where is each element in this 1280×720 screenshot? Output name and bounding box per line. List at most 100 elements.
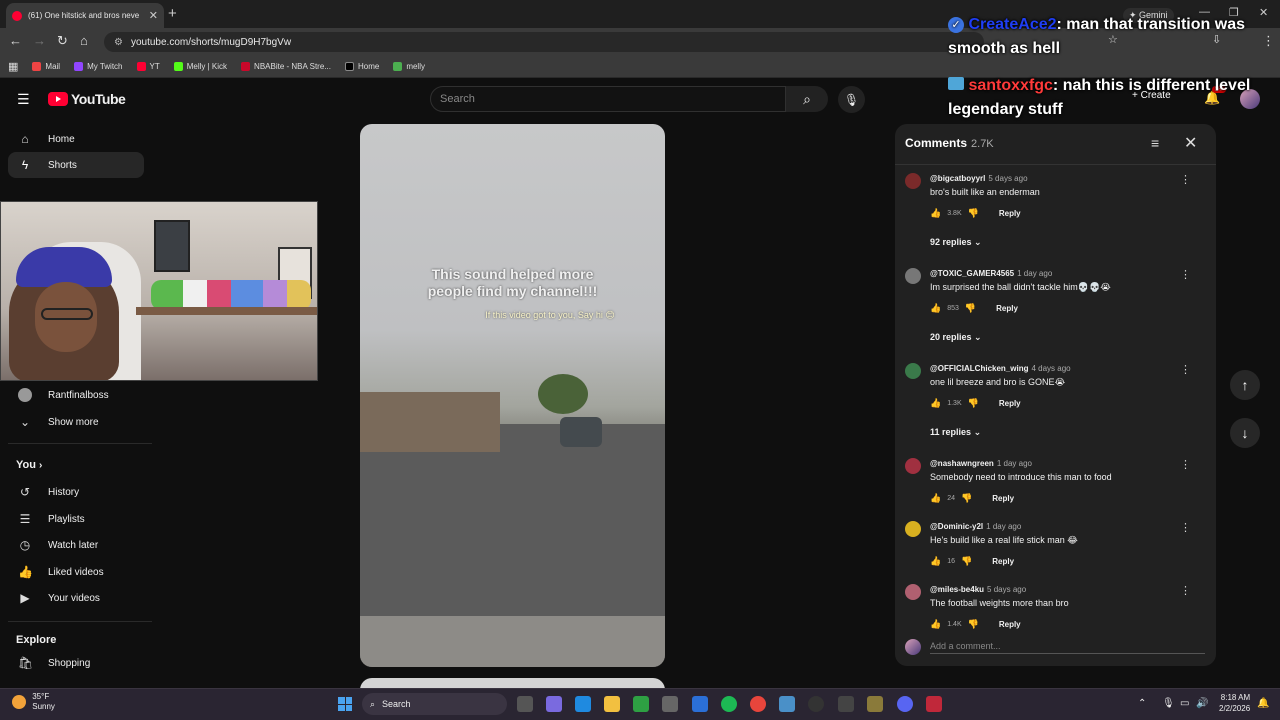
like-icon[interactable]: 👍 bbox=[930, 303, 941, 314]
obs-icon[interactable] bbox=[838, 696, 854, 712]
sidebar-item-history[interactable]: ↺ History bbox=[8, 479, 144, 505]
network-icon[interactable]: ▭ bbox=[1180, 698, 1189, 709]
weather-widget[interactable]: 35°F Sunny bbox=[12, 692, 55, 712]
edge-icon[interactable] bbox=[575, 696, 591, 712]
microphone-icon[interactable]: 🎙 bbox=[1162, 698, 1175, 709]
previous-short-button[interactable]: ↑ bbox=[1230, 370, 1260, 400]
site-info-icon[interactable]: ⚙ bbox=[114, 37, 123, 48]
subscription-rantfinalboss[interactable]: Rantfinalboss bbox=[8, 382, 144, 408]
copilot-icon[interactable] bbox=[546, 696, 562, 712]
xbox-icon[interactable] bbox=[633, 696, 649, 712]
sidebar-item-shorts[interactable]: ϟ Shorts bbox=[8, 152, 144, 178]
like-icon[interactable]: 👍 bbox=[930, 493, 941, 504]
bookmark-twitch[interactable]: My Twitch bbox=[74, 62, 123, 71]
more-options-icon[interactable]: ⋮ bbox=[1180, 584, 1191, 597]
bookmark-nbabite[interactable]: NBABite - NBA Stre... bbox=[241, 62, 331, 71]
notification-bell-icon[interactable]: 🔔 bbox=[1257, 698, 1269, 709]
discord-icon[interactable] bbox=[897, 696, 913, 712]
back-icon[interactable]: ← bbox=[9, 33, 22, 48]
store-icon[interactable] bbox=[692, 696, 708, 712]
add-comment-input[interactable]: Add a comment... bbox=[930, 641, 1205, 654]
new-tab-icon[interactable]: + bbox=[168, 5, 177, 22]
dislike-icon[interactable]: 👎 bbox=[961, 493, 972, 504]
app-icon[interactable] bbox=[867, 696, 883, 712]
view-replies-button[interactable]: 20 replies ⌄ bbox=[930, 332, 982, 343]
shorts-video-player[interactable]: This sound helped more people find my ch… bbox=[360, 124, 665, 667]
youtube-logo[interactable]: YouTube bbox=[48, 91, 126, 107]
sidebar-item-playlists[interactable]: ☰ Playlists bbox=[8, 506, 144, 532]
you-heading[interactable]: You › bbox=[16, 459, 42, 471]
more-options-icon[interactable]: ⋮ bbox=[1180, 363, 1191, 376]
like-icon[interactable]: 👍 bbox=[930, 556, 941, 567]
menu-icon[interactable]: ☰ bbox=[17, 91, 30, 108]
like-icon[interactable]: 👍 bbox=[930, 619, 941, 630]
comment-author[interactable]: @miles-be4ku 5 days ago bbox=[930, 585, 1026, 594]
more-options-icon[interactable]: ⋮ bbox=[1180, 458, 1191, 471]
dislike-icon[interactable]: 👎 bbox=[968, 398, 979, 409]
dislike-icon[interactable]: 👎 bbox=[968, 619, 979, 630]
sidebar-item-liked-videos[interactable]: 👍 Liked videos bbox=[8, 559, 144, 585]
reply-button[interactable]: Reply bbox=[992, 494, 1014, 503]
more-options-icon[interactable]: ⋮ bbox=[1180, 521, 1191, 534]
more-options-icon[interactable]: ⋮ bbox=[1180, 268, 1191, 281]
search-input[interactable]: Search bbox=[430, 86, 786, 112]
avatar[interactable] bbox=[905, 521, 921, 537]
sidebar-item-your-videos[interactable]: ▶ Your videos bbox=[8, 585, 144, 611]
avatar[interactable] bbox=[905, 584, 921, 600]
app-icon[interactable] bbox=[926, 696, 942, 712]
address-bar[interactable]: ⚙ youtube.com/shorts/mugD9H7bgVw bbox=[104, 32, 984, 52]
like-icon[interactable]: 👍 bbox=[930, 398, 941, 409]
settings-icon[interactable] bbox=[662, 696, 678, 712]
bookmark-mail[interactable]: Mail bbox=[32, 62, 60, 71]
dislike-icon[interactable]: 👎 bbox=[968, 208, 979, 219]
reply-button[interactable]: Reply bbox=[996, 304, 1018, 313]
tab-close-icon[interactable]: ✕ bbox=[149, 9, 158, 22]
search-icon[interactable]: ⌕ bbox=[786, 86, 828, 112]
avatar[interactable] bbox=[905, 173, 921, 189]
avatar[interactable] bbox=[905, 363, 921, 379]
spotify-icon[interactable] bbox=[721, 696, 737, 712]
dislike-icon[interactable]: 👎 bbox=[965, 303, 976, 314]
file-explorer-icon[interactable] bbox=[604, 696, 620, 712]
chevron-up-icon[interactable]: ⌃ bbox=[1138, 698, 1146, 709]
comment-author[interactable]: @bigcatboyyrl 5 days ago bbox=[930, 174, 1028, 183]
view-replies-button[interactable]: 92 replies ⌄ bbox=[930, 237, 982, 248]
sort-icon[interactable]: ≡ bbox=[1151, 135, 1159, 151]
comment-author[interactable]: @Dominic-y2l 1 day ago bbox=[930, 522, 1021, 531]
comment-author[interactable]: @OFFICIALChicken_wing 4 days ago bbox=[930, 364, 1071, 373]
clock[interactable]: 8:18 AM 2/2/2026 bbox=[1219, 692, 1250, 714]
chrome-icon[interactable] bbox=[750, 696, 766, 712]
reply-button[interactable]: Reply bbox=[999, 399, 1021, 408]
reload-icon[interactable]: ↻ bbox=[57, 33, 68, 49]
comment-author[interactable]: @nashawngreen 1 day ago bbox=[930, 459, 1032, 468]
avatar[interactable] bbox=[905, 458, 921, 474]
photos-icon[interactable] bbox=[779, 696, 795, 712]
volume-icon[interactable]: 🔊 bbox=[1196, 698, 1208, 709]
close-icon[interactable]: ✕ bbox=[1184, 133, 1197, 153]
more-options-icon[interactable]: ⋮ bbox=[1180, 173, 1191, 186]
next-short-button[interactable]: ↓ bbox=[1230, 418, 1260, 448]
bookmark-kick[interactable]: Melly | Kick bbox=[173, 62, 227, 71]
browser-tab[interactable]: (61) One hitstick and bros neve ✕ bbox=[6, 3, 164, 28]
show-more-button[interactable]: ⌄ Show more bbox=[8, 409, 144, 435]
reply-button[interactable]: Reply bbox=[999, 620, 1021, 629]
microphone-icon[interactable]: 🎙 bbox=[838, 86, 865, 113]
dislike-icon[interactable]: 👎 bbox=[961, 556, 972, 567]
bookmark-yt[interactable]: YT bbox=[136, 62, 160, 71]
sidebar-item-shopping[interactable]: 🛍 Shopping bbox=[8, 650, 144, 676]
forward-icon[interactable]: → bbox=[33, 33, 46, 48]
sidebar-item-watch-later[interactable]: ◷ Watch later bbox=[8, 532, 144, 558]
taskbar-search[interactable]: ⌕ Search bbox=[362, 693, 507, 715]
bookmark-x-home[interactable]: Home bbox=[344, 62, 379, 71]
reply-button[interactable]: Reply bbox=[999, 209, 1021, 218]
home-icon[interactable]: ⌂ bbox=[80, 33, 88, 48]
view-replies-button[interactable]: 11 replies ⌄ bbox=[930, 427, 981, 438]
windows-start-icon[interactable] bbox=[338, 697, 352, 711]
sidebar-item-home[interactable]: ⌂ Home bbox=[8, 126, 144, 152]
bookmark-melly[interactable]: melly bbox=[393, 62, 425, 71]
like-icon[interactable]: 👍 bbox=[930, 208, 941, 219]
reply-button[interactable]: Reply bbox=[992, 557, 1014, 566]
apps-grid-icon[interactable]: ▦ bbox=[8, 60, 18, 73]
task-view-icon[interactable] bbox=[517, 696, 533, 712]
comment-author[interactable]: @TOXIC_GAMER4565 1 day ago bbox=[930, 269, 1052, 278]
